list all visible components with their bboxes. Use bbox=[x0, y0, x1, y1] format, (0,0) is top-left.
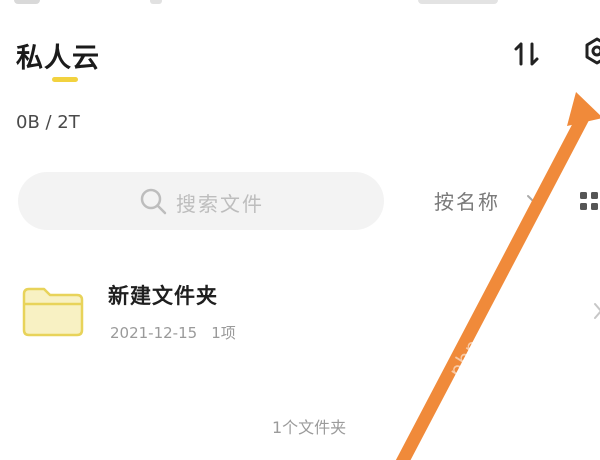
list-item[interactable] bbox=[0, 262, 600, 362]
search-icon bbox=[140, 188, 167, 215]
chevron-down-icon[interactable] bbox=[525, 190, 543, 208]
status-icons bbox=[418, 0, 498, 4]
folder-item-count: 1项 bbox=[211, 324, 236, 342]
chevron-right-icon bbox=[594, 303, 600, 319]
status-indicator bbox=[150, 0, 162, 4]
gear-icon[interactable] bbox=[582, 36, 600, 70]
sort-dropdown[interactable]: 按名称 bbox=[434, 186, 500, 215]
folder-count: 1个文件夹 bbox=[272, 418, 347, 437]
folder-name: 新建文件夹 bbox=[108, 284, 218, 308]
grid-icon[interactable] bbox=[578, 190, 600, 212]
search-placeholder: 搜索文件 bbox=[176, 192, 264, 216]
sort-arrows-icon[interactable] bbox=[512, 40, 542, 68]
status-bar bbox=[0, 0, 600, 12]
title-underline bbox=[52, 77, 78, 82]
folder-icon bbox=[22, 287, 84, 337]
status-time bbox=[14, 0, 40, 4]
storage-usage: 0B / 2T bbox=[16, 112, 80, 133]
folder-meta: 2021-12-15 1项 bbox=[110, 322, 236, 343]
page-title: 私人云 bbox=[16, 43, 100, 74]
private-cloud-screen: 私人云 0B / 2T 搜索文件 按名称 新建文件夹 2021-12-15 1项 … bbox=[0, 0, 600, 460]
folder-date: 2021-12-15 bbox=[110, 324, 198, 342]
